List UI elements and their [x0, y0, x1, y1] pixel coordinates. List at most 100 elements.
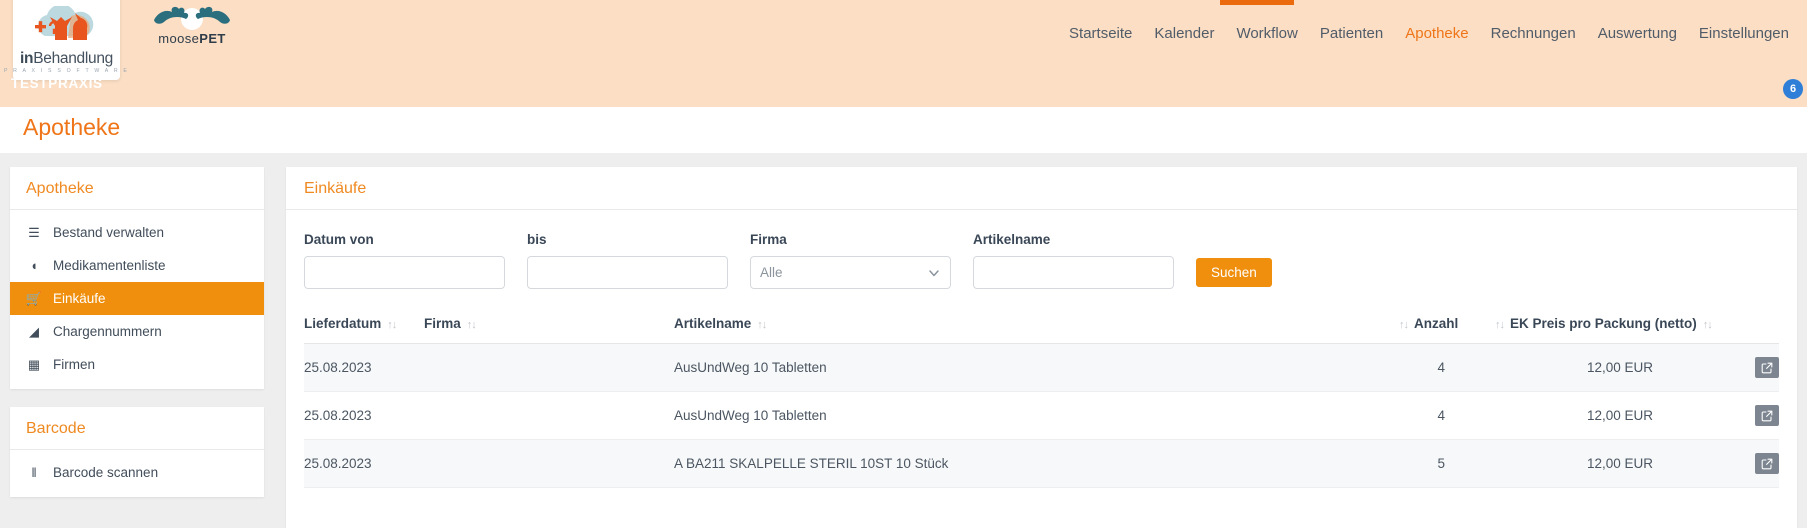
cell-anzahl: 5 [1393, 439, 1489, 488]
column-header-ekpreis[interactable]: ↑↓ EK Preis pro Packung (netto) ↑↓ [1489, 305, 1739, 344]
cell-actions [1739, 439, 1779, 488]
sidebar-item-label: Barcode scannen [53, 465, 159, 480]
card-title: Einkäufe [286, 167, 1797, 210]
sidebar-item-einkäufe[interactable]: 🛒 Einkäufe [10, 282, 264, 315]
sidebar: Apotheke ☰ Bestand verwalten ◖ Medikamentenl… [10, 167, 264, 515]
sidebar-item-chargennummern[interactable]: ◢ Chargennummern [10, 315, 264, 348]
sort-icon-artikelname[interactable]: ↑↓ [757, 319, 767, 331]
notification-badge[interactable]: 6 [1783, 79, 1803, 99]
sidebar-panel-apotheke: Apotheke ☰ Bestand verwalten ◖ Medikamentenl… [10, 167, 264, 389]
sidebar-item-label: Einkäufe [53, 291, 106, 306]
table-row[interactable]: 25.08.2023 AusUndWeg 10 Tabletten 4 12,00 E… [304, 391, 1779, 440]
app-logo[interactable]: inBehandlung P R A X I S S O F T W A R E [4, 0, 127, 80]
edit-row-button[interactable] [1755, 453, 1779, 474]
sidebar-item-barcode-scannen[interactable]: ‖ Barcode scannen [10, 456, 264, 489]
nav-item-auswertung[interactable]: Auswertung [1598, 26, 1677, 41]
cell-ekpreis: 12,00 EUR [1489, 391, 1739, 440]
sidebar-item-label: Firmen [53, 357, 96, 372]
logo-wordmark: inBehandlung [20, 49, 113, 67]
table-header: Lieferdatum ↑↓ Firma ↑↓ Artikelname ↑↓ ↑↓ Anzah… [304, 305, 1779, 344]
cell-artikelname: A BA211 SKALPELLE STERIL 10ST 10 Stück [674, 439, 1393, 488]
main-navigation: Startseite Kalender Workflow Patienten Apoth… [1069, 26, 1789, 41]
chevron-down-icon [929, 269, 939, 276]
edit-icon [1761, 458, 1773, 469]
table-row[interactable]: 25.08.2023 A BA211 SKALPELLE STERIL 10ST … [304, 439, 1779, 488]
filter-firma-label: Firma [750, 232, 787, 247]
nav-item-workflow[interactable]: Workflow [1236, 26, 1297, 41]
cell-artikelname: AusUndWeg 10 Tabletten [674, 343, 1393, 392]
moose-word-light: moose [158, 31, 200, 46]
nav-item-kalender[interactable]: Kalender [1154, 26, 1214, 41]
moosepet-logo[interactable]: moosePET [146, 4, 238, 46]
cell-ekpreis: 12,00 EUR [1489, 343, 1739, 392]
artikelname-input[interactable] [973, 256, 1174, 289]
table-body: 25.08.2023 AusUndWeg 10 Tabletten 4 12,00 E… [304, 343, 1779, 488]
box-open-icon: ◢ [29, 324, 39, 339]
sort-icon-artikelname[interactable]: ↑↓ [1399, 319, 1409, 331]
edit-icon [1761, 410, 1773, 421]
cell-artikelname: AusUndWeg 10 Tabletten [674, 391, 1393, 440]
filter-firma: Firma Alle [750, 232, 951, 289]
filter-date-to-label: bis [527, 232, 547, 247]
cell-actions [1739, 391, 1779, 440]
date-to-input[interactable] [527, 256, 728, 289]
sidebar-item-bestand-verwalten[interactable]: ☰ Bestand verwalten [10, 216, 264, 249]
column-header-label: EK Preis pro Packung (netto) [1510, 316, 1697, 331]
pills-icon: ◖ [30, 258, 38, 273]
ordered-list-icon: ☰ [28, 225, 40, 240]
nav-item-patienten[interactable]: Patienten [1320, 26, 1383, 41]
logo-subtitle: P R A X I S S O F T W A R E [3, 68, 130, 74]
search-button[interactable]: Suchen [1196, 258, 1272, 287]
column-header-actions [1739, 305, 1779, 344]
building-icon: ▦ [27, 357, 41, 372]
firma-select[interactable]: Alle [750, 256, 951, 289]
sort-icon-lieferdatum[interactable]: ↑↓ [387, 319, 397, 331]
filter-date-to: bis [527, 232, 728, 289]
column-header-label: Artikelname [674, 316, 752, 331]
sidebar-item-medikamentenliste[interactable]: ◖ Medikamentenliste [10, 249, 264, 282]
sidebar-item-list: ‖ Barcode scannen [10, 450, 264, 497]
table-row[interactable]: 25.08.2023 AusUndWeg 10 Tabletten 4 12,00 E… [304, 343, 1779, 392]
einkaeufe-card: Einkäufe Datum von bis Firma Alle Artike… [286, 167, 1797, 528]
active-tab-indicator [1220, 0, 1294, 5]
cell-firma [424, 439, 674, 488]
table-header-row: Lieferdatum ↑↓ Firma ↑↓ Artikelname ↑↓ ↑↓ Anzah… [304, 305, 1779, 344]
sidebar-item-label: Chargennummern [53, 324, 162, 339]
date-from-input[interactable] [304, 256, 505, 289]
nav-item-startseite[interactable]: Startseite [1069, 26, 1132, 41]
column-header-artikelname[interactable]: Artikelname ↑↓ [674, 305, 1393, 344]
nav-item-einstellungen[interactable]: Einstellungen [1699, 26, 1789, 41]
edit-row-button[interactable] [1755, 405, 1779, 426]
column-header-anzahl[interactable]: ↑↓ Anzahl [1393, 305, 1489, 344]
logo-word-bold: in [20, 49, 34, 67]
sidebar-panel-title: Apotheke [10, 167, 264, 210]
cell-firma [424, 343, 674, 392]
firma-select-value: Alle [760, 265, 783, 280]
column-header-lieferdatum[interactable]: Lieferdatum ↑↓ [304, 305, 424, 344]
sort-icon-firma[interactable]: ↑↓ [467, 319, 477, 331]
column-header-label: Lieferdatum [304, 316, 382, 331]
nav-item-rechnungen[interactable]: Rechnungen [1491, 26, 1576, 41]
moosepet-wordmark: moosePET [146, 31, 238, 46]
nav-item-apotheke[interactable]: Apotheke [1405, 26, 1468, 41]
column-header-label: Anzahl [1414, 316, 1459, 331]
shopping-cart-icon: 🛒 [25, 291, 43, 306]
sort-icon-ekpreis[interactable]: ↑↓ [1703, 319, 1713, 331]
cell-actions [1739, 343, 1779, 392]
cell-lieferdatum: 25.08.2023 [304, 391, 424, 440]
practice-name: TESTPRAXIS [11, 76, 103, 91]
sidebar-item-list: ☰ Bestand verwalten ◖ Medikamentenliste 🛒 Ein… [10, 210, 264, 389]
logo-word-rest: Behandlung [33, 49, 113, 67]
column-header-firma[interactable]: Firma ↑↓ [424, 305, 674, 344]
filter-date-from: Datum von [304, 232, 505, 289]
filter-bar: Datum von bis Firma Alle Artikelname Suc… [286, 210, 1797, 305]
moose-word-bold: PET [199, 31, 226, 46]
sidebar-item-label: Medikamentenliste [53, 258, 166, 273]
moose-antlers-icon [154, 6, 230, 30]
column-header-label: Firma [424, 316, 461, 331]
edit-row-button[interactable] [1755, 357, 1779, 378]
sidebar-item-firmen[interactable]: ▦ Firmen [10, 348, 264, 381]
filter-date-from-label: Datum von [304, 232, 374, 247]
sort-icon-anzahl[interactable]: ↑↓ [1495, 319, 1505, 331]
cell-anzahl: 4 [1393, 391, 1489, 440]
